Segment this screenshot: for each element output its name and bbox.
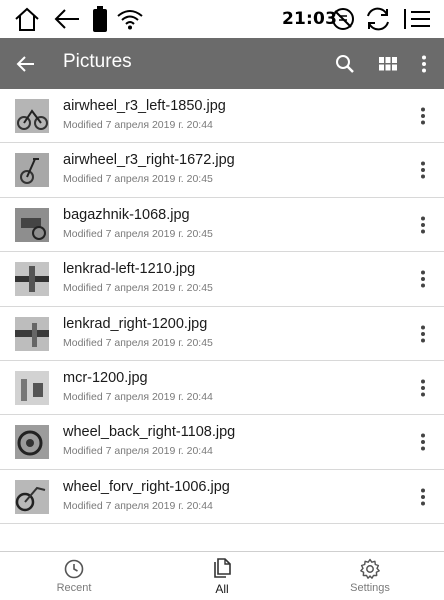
app-bar: Pictures [0,38,444,89]
file-name: wheel_forv_right-1006.jpg [63,478,230,495]
tab-all[interactable]: All [192,552,252,600]
file-name: wheel_back_right-1108.jpg [63,424,236,441]
image-thumbnail [15,316,49,351]
file-modified-date: Modified 7 апреля 2019 г. 20:45 [63,173,213,186]
menu-icon[interactable] [400,4,434,34]
file-row[interactable]: airwheel_r3_right-1672.jpg Modified 7 апр… [0,143,444,198]
tab-settings-label: Settings [350,582,390,594]
file-row[interactable]: wheel_forv_right-1006.jpg Modified 7 апре… [0,470,444,525]
file-modified-date: Modified 7 апреля 2019 г. 20:44 [63,390,213,403]
more-vert-icon[interactable] [411,265,435,293]
file-list: airwheel_r3_left-1850.jpg Modified 7 апре… [0,89,444,525]
home-icon[interactable] [10,4,44,34]
image-thumbnail [15,207,49,242]
file-row[interactable]: lenkrad-left-1210.jpg Modified 7 апреля 2… [0,252,444,307]
more-vert-icon[interactable] [410,50,438,78]
battery-icon [88,4,112,34]
image-thumbnail [15,262,49,297]
clock-icon [64,558,84,580]
more-vert-icon[interactable] [411,483,435,511]
gear-icon [359,558,381,580]
arrow-left-icon[interactable] [12,50,40,78]
search-icon[interactable] [331,50,359,78]
more-vert-icon[interactable] [411,320,435,348]
file-name: airwheel_r3_left-1850.jpg [63,98,226,114]
file-row[interactable]: lenkrad_right-1200.jpg Modified 7 апреля … [0,307,444,361]
image-thumbnail [15,425,49,460]
file-row[interactable]: airwheel_r3_left-1850.jpg Modified 7 апре… [0,89,444,144]
file-name: mcr-1200.jpg [63,369,148,386]
sync-disabled-icon[interactable] [328,4,358,34]
more-vert-icon[interactable] [411,428,435,456]
file-name: bagazhnik-1068.jpg [63,206,190,223]
more-vert-icon[interactable] [411,102,435,130]
file-row[interactable]: mcr-1200.jpg Modified 7 апреля 2019 г. 20… [0,361,444,416]
tab-recent[interactable]: Recent [44,552,104,600]
back-arrow-icon[interactable] [50,4,84,34]
more-vert-icon[interactable] [411,374,435,402]
image-thumbnail [15,99,49,133]
file-modified-date: Modified 7 апреля 2019 г. 20:44 [63,119,213,131]
more-vert-icon[interactable] [411,156,435,184]
wifi-icon [114,4,146,34]
file-modified-date: Modified 7 апреля 2019 г. 20:44 [63,499,213,512]
file-name: lenkrad_right-1200.jpg [63,315,208,332]
file-modified-date: Modified 7 апреля 2019 г. 20:45 [63,227,213,240]
tab-settings[interactable]: Settings [340,552,400,600]
file-row[interactable]: bagazhnik-1068.jpg Modified 7 апреля 2019… [0,198,444,253]
page-title: Pictures [63,51,132,72]
tab-recent-label: Recent [56,582,92,594]
bottom-navigation: Recent All Settings [0,551,444,600]
image-thumbnail [15,153,49,188]
files-icon [212,558,232,580]
image-thumbnail [15,479,49,514]
file-row[interactable]: wheel_back_right-1108.jpg Modified 7 апре… [0,415,444,470]
file-modified-date: Modified 7 апреля 2019 г. 20:45 [63,336,213,349]
more-vert-icon[interactable] [411,211,435,239]
tab-all-label: All [215,582,229,596]
refresh-icon[interactable] [363,4,393,34]
system-status-bar: 21:03 [0,0,444,38]
file-name: airwheel_r3_right-1672.jpg [63,152,235,169]
image-thumbnail [15,370,49,405]
grid-view-icon[interactable] [374,50,402,78]
file-modified-date: Modified 7 апреля 2019 г. 20:44 [63,445,213,458]
file-name: lenkrad-left-1210.jpg [63,261,196,278]
file-modified-date: Modified 7 апреля 2019 г. 20:45 [63,282,213,295]
